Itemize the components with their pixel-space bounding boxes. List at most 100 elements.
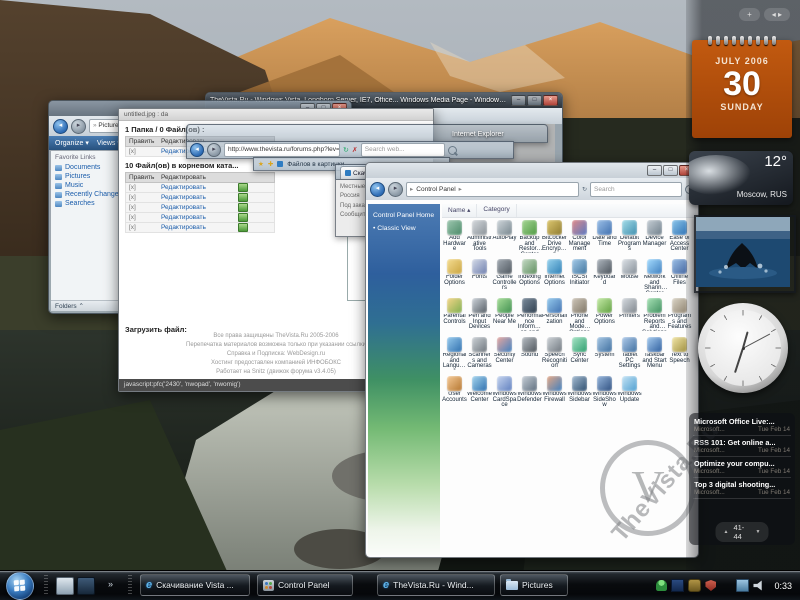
search-input[interactable]: Search xyxy=(590,182,682,197)
control-panel-item[interactable]: People Near Me xyxy=(492,296,517,335)
table-row[interactable]: [x] Редактировать xyxy=(125,203,275,213)
control-panel-item[interactable]: Indexing Options xyxy=(517,257,542,296)
control-panel-item[interactable]: Windows Firewall xyxy=(542,374,567,413)
control-panel-item[interactable]: Phone and Modem Options xyxy=(567,296,592,335)
taskbar-button-control-panel[interactable]: Control Panel xyxy=(257,574,353,596)
taskbar-button-pictures[interactable]: Pictures xyxy=(500,574,568,596)
classic-view-link[interactable]: • Classic View xyxy=(368,219,440,232)
control-panel-item[interactable]: Windows SideShow xyxy=(592,374,617,413)
feed-item[interactable]: Microsoft Office Live:... Microsoft... T… xyxy=(693,415,791,436)
name-column-header[interactable]: Name ▴ xyxy=(442,204,477,217)
language-indicator-icon[interactable] xyxy=(688,579,701,592)
control-panel-item[interactable]: Default Programs xyxy=(617,218,642,257)
row-checkbox[interactable]: [x] xyxy=(126,203,158,212)
row-checkbox[interactable]: [x] xyxy=(126,147,158,156)
control-panel-item[interactable]: Problem Reports and Solutions xyxy=(642,296,667,335)
back-button[interactable]: ◂ xyxy=(53,119,68,134)
control-panel-item[interactable]: Mouse xyxy=(617,257,642,296)
add-favorite-icon[interactable]: ✚ xyxy=(268,160,273,168)
control-panel-item[interactable]: Keyboard xyxy=(592,257,617,296)
back-button[interactable]: ◂ xyxy=(190,143,204,157)
control-panel-item[interactable]: Game Controllers xyxy=(492,257,517,296)
control-panel-item[interactable]: Color Management xyxy=(567,218,592,257)
security-alert-icon[interactable] xyxy=(705,580,716,591)
control-panel-item[interactable]: Welcome Center xyxy=(467,374,492,413)
maximize-button[interactable]: □ xyxy=(527,95,542,106)
start-button[interactable] xyxy=(6,572,34,600)
control-panel-item[interactable]: Date and Time xyxy=(592,218,617,257)
control-panel-home-link[interactable]: Control Panel Home xyxy=(368,204,440,219)
control-panel-item[interactable]: Windows Sidebar xyxy=(567,374,592,413)
control-panel-item[interactable]: Power Options xyxy=(592,296,617,335)
control-panel-item[interactable]: Printers xyxy=(617,296,642,335)
pager-down-icon[interactable]: ▼ xyxy=(756,529,761,535)
feed-pager[interactable]: ▲ 41-44 ▼ xyxy=(716,522,769,542)
sync-tray-icon[interactable] xyxy=(671,579,684,592)
volume-icon[interactable] xyxy=(753,580,764,591)
quick-launch-chevron[interactable]: » xyxy=(108,579,113,589)
gadget-page-buttons[interactable]: ◂ ▸ xyxy=(764,8,790,21)
back-button[interactable]: ◂ xyxy=(370,182,385,197)
control-panel-item[interactable]: Network and Sharing Center xyxy=(642,257,667,296)
stop-icon[interactable]: ✗ xyxy=(352,146,358,154)
feed-title[interactable]: Microsoft Office Live:... xyxy=(694,417,790,426)
edit-link[interactable]: Редактировать xyxy=(158,193,238,202)
minimize-button[interactable]: – xyxy=(511,95,526,106)
control-panel-item[interactable]: Taskbar and Start Menu xyxy=(642,335,667,374)
minimize-button[interactable]: – xyxy=(647,165,662,176)
control-panel-item[interactable]: Windows Update xyxy=(617,374,642,413)
next-icon[interactable]: ▸ xyxy=(778,10,782,19)
control-panel-item[interactable]: Sync Center xyxy=(567,335,592,374)
feed-item[interactable]: RSS 101: Get online a... Microsoft... Tu… xyxy=(693,436,791,457)
control-panel-item[interactable]: Add Hardware xyxy=(442,218,467,257)
internet-explorer-shortcut-label[interactable]: Internet Explorer xyxy=(452,131,504,138)
breadcrumb[interactable]: ▸ Control Panel ▸ xyxy=(406,182,579,197)
control-panel-item[interactable]: Parental Controls xyxy=(442,296,467,335)
control-panel-item[interactable]: Fonts xyxy=(467,257,492,296)
titlebar[interactable]: – □ × xyxy=(366,163,698,178)
control-panel-item[interactable]: Pen and Input Devices xyxy=(467,296,492,335)
table-row[interactable]: [x] Редактировать xyxy=(125,183,275,193)
feed-item[interactable]: Optimize your compu... Microsoft... Tue … xyxy=(693,457,791,478)
table-row[interactable]: [x] Редактировать xyxy=(125,193,275,203)
url-field[interactable]: http://www.thevista.ru/forums.php?lev=po… xyxy=(224,143,340,157)
row-checkbox[interactable]: [x] xyxy=(126,213,158,222)
taskbar-button-thevista[interactable]: e TheVista.Ru - Wind... xyxy=(377,574,495,596)
favorites-star-icon[interactable]: ★ xyxy=(258,160,264,168)
control-panel-item[interactable]: Speech Recognition xyxy=(542,335,567,374)
feed-title[interactable]: Optimize your compu... xyxy=(694,459,790,468)
control-panel-item[interactable]: Personalization xyxy=(542,296,567,335)
add-gadget-button[interactable]: + xyxy=(739,8,760,21)
row-checkbox[interactable]: [x] xyxy=(126,193,158,202)
calendar-gadget[interactable]: JULY 2006 30 SUNDAY xyxy=(692,40,792,138)
switch-windows-icon[interactable] xyxy=(77,577,95,595)
control-panel-item[interactable]: Sound xyxy=(517,335,542,374)
taskbar-clock[interactable]: 0:33 xyxy=(774,581,792,591)
prev-icon[interactable]: ◂ xyxy=(772,10,776,19)
edit-link[interactable]: Редактировать xyxy=(158,223,238,232)
control-panel-item[interactable]: Windows CardSpace xyxy=(492,374,517,413)
control-panel-item[interactable]: BitLocker Drive Encryption xyxy=(542,218,567,257)
close-button[interactable]: × xyxy=(543,95,558,106)
row-checkbox[interactable]: [x] xyxy=(126,223,158,232)
pager-up-icon[interactable]: ▲ xyxy=(724,529,729,535)
control-panel-item[interactable]: Device Manager xyxy=(642,218,667,257)
forward-button[interactable]: ▸ xyxy=(388,182,403,197)
control-panel-item[interactable]: Folder Options xyxy=(442,257,467,296)
feed-title[interactable]: RSS 101: Get online a... xyxy=(694,438,790,447)
control-panel-item[interactable]: Windows Defender xyxy=(517,374,542,413)
edit-link[interactable]: Редактировать xyxy=(158,183,238,192)
control-panel-item[interactable]: Internet Options xyxy=(542,257,567,296)
forward-button[interactable]: ▸ xyxy=(207,143,221,157)
organize-button[interactable]: Organize ▾ xyxy=(55,139,89,147)
refresh-icon[interactable]: ↻ xyxy=(582,186,587,193)
feed-item[interactable]: Top 3 digital shooting... Microsoft... T… xyxy=(693,478,791,499)
messenger-status-icon[interactable] xyxy=(656,580,667,591)
weather-gadget[interactable]: 12° Moscow, RUS xyxy=(689,151,793,205)
show-desktop-icon[interactable] xyxy=(56,577,74,595)
control-panel-item[interactable]: Backup and Restore Center xyxy=(517,218,542,257)
network-icon[interactable] xyxy=(736,579,749,592)
edit-link[interactable]: Редактировать xyxy=(158,213,238,222)
web-search-input[interactable]: Search web... xyxy=(361,143,445,157)
control-panel-item[interactable]: System xyxy=(592,335,617,374)
